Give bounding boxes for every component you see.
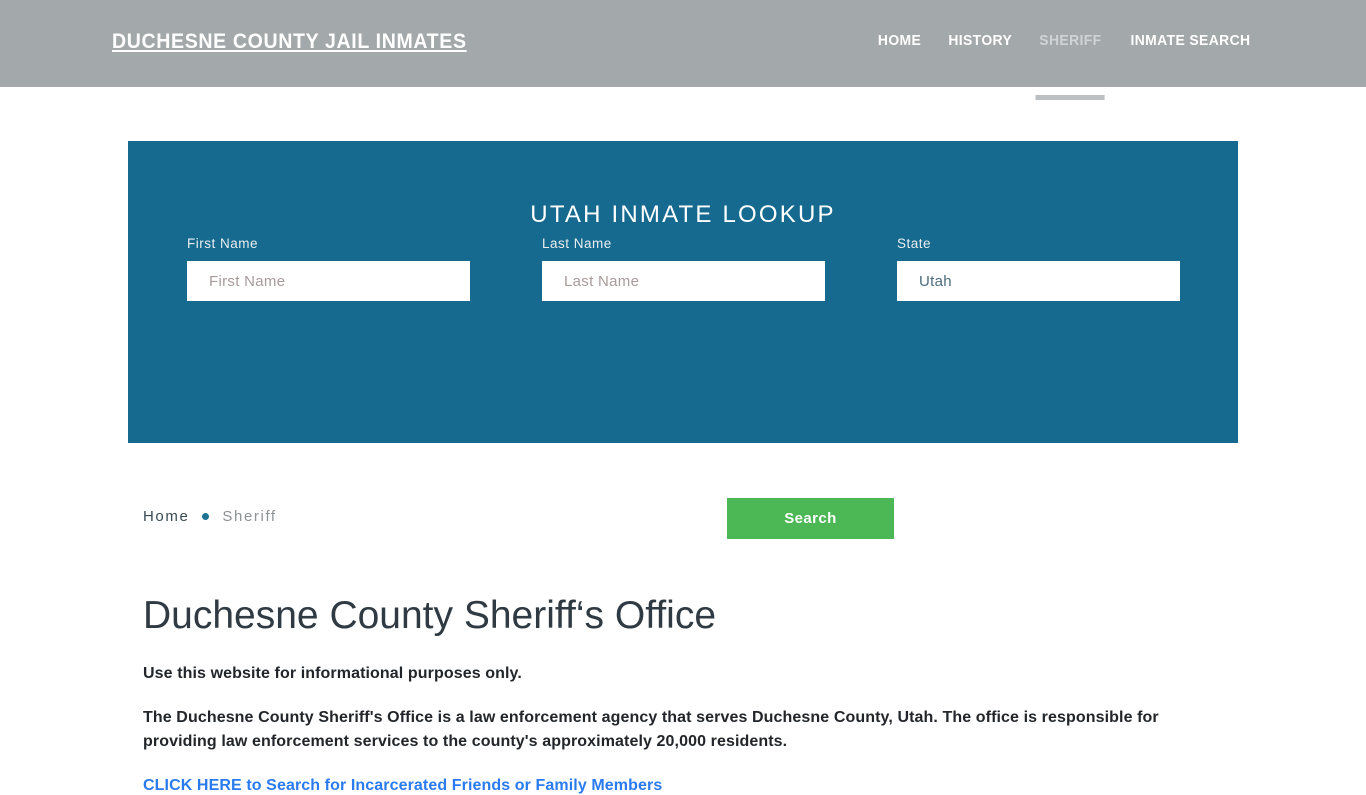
last-name-field-group: Last Name: [542, 236, 825, 301]
main-content: Home Sheriff Duchesne County Sheriff‘s O…: [143, 498, 1243, 795]
cta-search-link[interactable]: CLICK HERE to Search for Incarcerated Fr…: [143, 777, 662, 795]
state-label: State: [897, 236, 932, 251]
lookup-fields-row: First Name Last Name State: [128, 236, 1238, 306]
site-title[interactable]: DUCHESNE COUNTY JAIL INMATES: [112, 30, 467, 54]
last-name-input[interactable]: [542, 261, 825, 301]
inmate-lookup-panel: UTAH INMATE LOOKUP First Name Last Name …: [128, 141, 1238, 539]
nav-item-home[interactable]: HOME: [878, 33, 921, 53]
main-navigation: HOME HISTORY SHERIFF INMATE SEARCH: [877, 33, 1253, 53]
first-name-input[interactable]: [187, 261, 470, 301]
breadcrumb-home[interactable]: Home: [143, 508, 189, 525]
last-name-label: Last Name: [542, 236, 612, 251]
state-field-group: State: [897, 236, 1180, 301]
page-paragraph: The Duchesne County Sheriff's Office is …: [143, 708, 1159, 751]
first-name-label: First Name: [187, 236, 259, 251]
first-name-field-group: First Name: [187, 236, 470, 301]
breadcrumb-current: Sheriff: [222, 507, 277, 525]
state-input[interactable]: [897, 261, 1180, 301]
breadcrumb-separator-dot-icon: [202, 512, 210, 520]
site-header: DUCHESNE COUNTY JAIL INMATES HOME HISTOR…: [0, 0, 1366, 87]
nav-item-inmate-search[interactable]: INMATE SEARCH: [1131, 33, 1251, 53]
lookup-title: UTAH INMATE LOOKUP: [530, 200, 836, 228]
page-title: Duchesne County Sheriff‘s Office: [143, 594, 717, 637]
header-inner: DUCHESNE COUNTY JAIL INMATES HOME HISTOR…: [0, 0, 1366, 87]
breadcrumb: Home Sheriff: [143, 498, 1243, 534]
page-lede: Use this website for informational purpo…: [143, 664, 522, 682]
nav-item-sheriff[interactable]: SHERIFF: [1039, 33, 1101, 53]
nav-item-history[interactable]: HISTORY: [948, 33, 1012, 53]
